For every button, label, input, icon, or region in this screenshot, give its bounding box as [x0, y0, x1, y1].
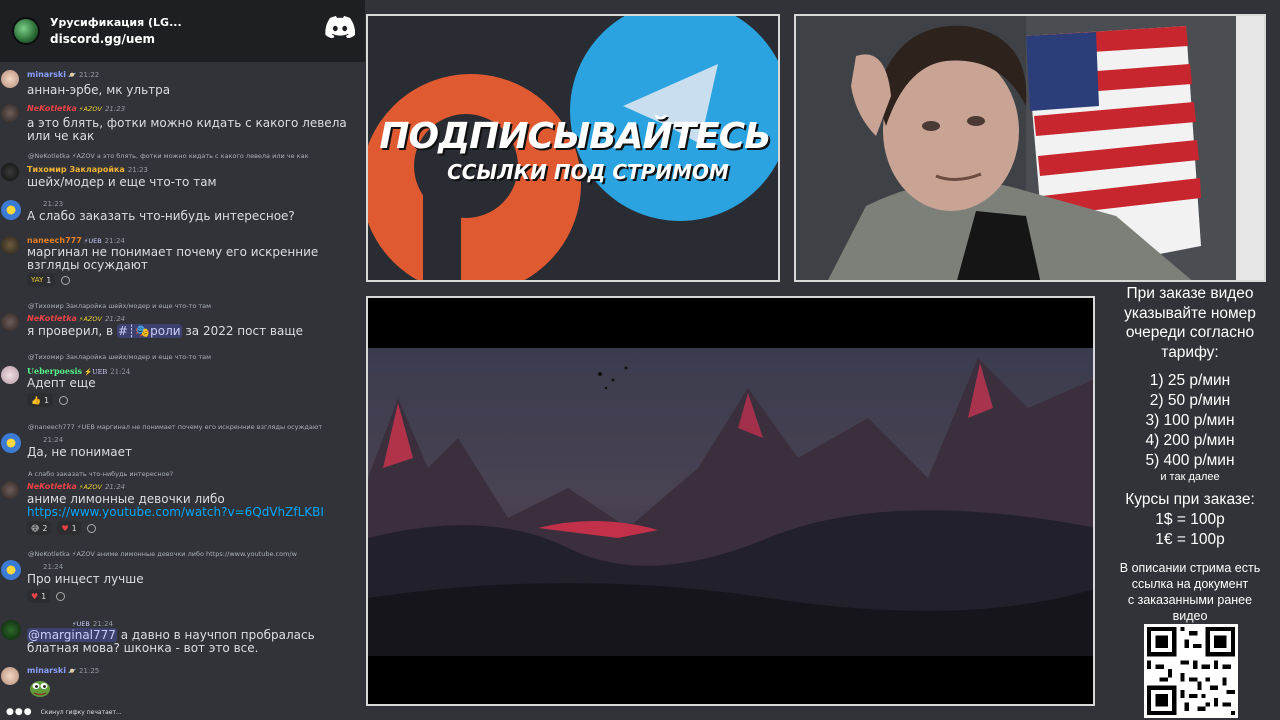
- reaction-pill[interactable]: 👍 1: [27, 393, 54, 407]
- discord-header: Урусификация (LG... discord.gg/uem: [0, 0, 365, 62]
- username[interactable]: ⚡UEB 21:24: [70, 619, 113, 628]
- message-text: @marginal777 а давно в научпоп пробралас…: [27, 628, 315, 655]
- channel-mention[interactable]: #┊🎭роли: [116, 324, 182, 338]
- reaction-pill[interactable]: ♥ 1: [57, 521, 81, 535]
- stream-layout: Урусификация (LG... discord.gg/uem minar…: [0, 0, 1280, 720]
- username[interactable]: 21:24: [40, 562, 63, 571]
- video-frame-image: [368, 298, 1093, 704]
- user-avatar[interactable]: [1, 200, 21, 220]
- discord-logo-icon: [325, 16, 355, 38]
- etc-note: и так далее: [1160, 471, 1220, 483]
- price-tier: 1) 25 р/мин: [1149, 372, 1231, 389]
- username[interactable]: NeKotletka ⚡AZOV 21:23: [27, 104, 125, 113]
- server-invite-link[interactable]: discord.gg/uem: [50, 31, 182, 48]
- add-reaction-icon[interactable]: [86, 523, 96, 533]
- promo-panel: ПОДПИСЫВАЙТЕСЬ ССЫЛКИ ПОД СТРИМОМ: [366, 14, 780, 282]
- price-tiers-list: 1) 25 р/мин 2) 50 р/мин 3) 100 р/мин 4) …: [1100, 371, 1280, 471]
- youtube-link[interactable]: https://www.youtube.com/watch?v=6QdVhZfL…: [27, 505, 324, 519]
- username[interactable]: naneech777 ⚡UEB 21:24: [27, 236, 125, 245]
- username[interactable]: Ueberpoesis ⚡UEB 21:24: [27, 366, 130, 376]
- user-avatar[interactable]: [1, 560, 21, 580]
- discord-chat-panel: Урусификация (LG... discord.gg/uem minar…: [0, 0, 365, 720]
- message-text: Про инцест лучше: [27, 572, 144, 586]
- user-avatar[interactable]: [1, 620, 21, 640]
- reaction-bar: 😅 2 ♥ 1: [27, 521, 96, 535]
- message-text: А слабо заказать что-нибудь интересное?: [27, 209, 295, 223]
- reaction-pill[interactable]: YAY 1: [27, 273, 56, 287]
- user-avatar[interactable]: [1, 313, 19, 331]
- message-text: аниме лимонные девочки либо https://www.y…: [27, 492, 324, 519]
- user-avatar[interactable]: [1, 366, 19, 384]
- add-reaction-icon[interactable]: [59, 395, 69, 405]
- username[interactable]: 21:24: [40, 435, 63, 444]
- order-info-panel: При заказе видео указывайте номер очеред…: [1100, 284, 1280, 624]
- typing-indicator: ●●● Скинул гифку печатает...: [6, 707, 122, 717]
- username[interactable]: Тихомир Закларойка 21:23: [27, 165, 148, 174]
- add-reaction-icon[interactable]: [56, 591, 66, 601]
- order-info-header: При заказе видео указывайте номер очеред…: [1124, 285, 1256, 361]
- reaction-bar: 👍 1: [27, 393, 69, 407]
- price-tier: 2) 50 р/мин: [1149, 392, 1231, 409]
- message-text: шейх/модер и еще что-то там: [27, 175, 217, 189]
- username[interactable]: minarski 🪐 21:25: [27, 666, 99, 675]
- video-player-panel: [366, 296, 1095, 706]
- server-name: Урусификация (LG...: [50, 16, 182, 29]
- price-tier: 4) 200 р/мин: [1145, 432, 1235, 449]
- user-avatar[interactable]: [1, 433, 21, 453]
- server-avatar: [12, 17, 40, 45]
- promo-title: ПОДПИСЫВАЙТЕСЬ: [379, 116, 771, 157]
- message-text: а это блять, фотки можно кидать с какого…: [27, 116, 347, 143]
- message-text: маргинал не понимает почему его искренни…: [27, 245, 319, 272]
- message-text: аннан-эрбе, мк ультра: [27, 83, 171, 97]
- reaction-pill[interactable]: ♥ 1: [27, 589, 51, 603]
- rates-header: Курсы при заказе:: [1125, 491, 1255, 508]
- reaction-bar: ♥ 1: [27, 589, 66, 603]
- reaction-bar: YAY 1: [27, 273, 71, 287]
- price-tier: 5) 400 р/мин: [1145, 452, 1235, 469]
- user-mention[interactable]: @marginal777: [27, 628, 117, 642]
- user-avatar[interactable]: [1, 70, 19, 88]
- user-avatar[interactable]: [1, 163, 19, 181]
- username[interactable]: 21:23: [40, 199, 63, 208]
- promo-subtitle: ССЫЛКИ ПОД СТРИМОМ: [447, 160, 729, 184]
- user-avatar[interactable]: [1, 236, 19, 254]
- reply-preview[interactable]: @NeKotletka ⚡AZOV а это блять, фотки мож…: [28, 152, 365, 160]
- user-avatar[interactable]: [1, 667, 19, 685]
- webcam-panel: [794, 14, 1266, 282]
- username[interactable]: NeKotletka ⚡AZOV 21:24: [27, 482, 125, 491]
- message-text: Да, не понимает: [27, 445, 133, 459]
- username[interactable]: NeKotletka ⚡AZOV 21:24: [27, 314, 125, 323]
- price-tier: 3) 100 р/мин: [1145, 412, 1235, 429]
- reaction-pill[interactable]: 😅 2: [27, 521, 52, 535]
- user-avatar[interactable]: [1, 481, 19, 499]
- user-avatar[interactable]: [1, 104, 19, 122]
- add-reaction-icon[interactable]: [61, 275, 71, 285]
- pepe-emoji-icon: [30, 681, 50, 697]
- reply-preview[interactable]: А слабо заказать что-нибудь интересное?: [28, 470, 365, 478]
- reply-preview[interactable]: @naneech777 ⚡UEB маргинал не понимает по…: [28, 423, 365, 431]
- message-text: Адепт еще: [27, 376, 96, 390]
- username[interactable]: minarski 🪐 21:22: [27, 70, 99, 79]
- reply-preview[interactable]: @NeKotletka ⚡AZOV аниме лимонные девочки…: [28, 550, 365, 558]
- qr-code-icon[interactable]: [1144, 624, 1238, 718]
- message-text: я проверил, в #┊🎭роли за 2022 пост ваще: [27, 324, 304, 338]
- description-note: В описании стрима есть ссылка на докумен…: [1119, 561, 1261, 623]
- rates-list: 1$ = 100р 1€ = 100р: [1155, 511, 1225, 548]
- reply-preview[interactable]: @Тихомир Закларойка шейх/модер и еще что…: [28, 302, 365, 310]
- reply-preview[interactable]: @Тихомир Закларойка шейх/модер и еще что…: [28, 353, 365, 361]
- webcam-feed-image: [796, 16, 1264, 280]
